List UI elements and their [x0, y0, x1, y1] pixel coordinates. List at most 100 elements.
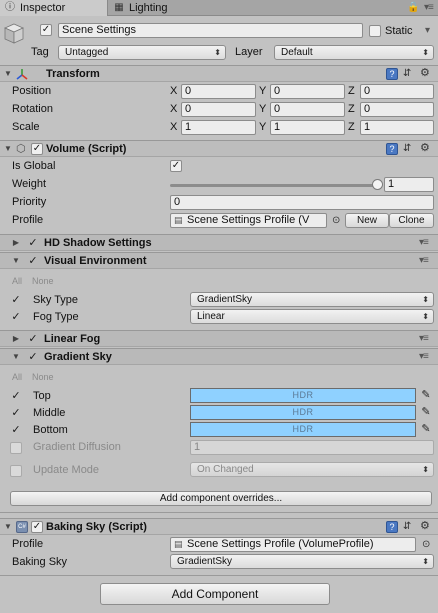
- axis-y-label: Y: [259, 121, 267, 133]
- top-color-field[interactable]: HDR: [190, 388, 416, 403]
- gear-icon[interactable]: ⚙: [420, 520, 430, 533]
- foldout-open-icon[interactable]: ▼: [3, 522, 13, 532]
- weight-label: Weight: [12, 178, 47, 190]
- presets-icon[interactable]: ⇵: [403, 67, 411, 80]
- tab-menu-icon[interactable]: ▾≡: [424, 2, 434, 14]
- static-dropdown-icon[interactable]: ▾: [425, 25, 430, 37]
- hd-shadow-enabled-checkbox[interactable]: ✓: [27, 237, 39, 249]
- foldout-open-icon[interactable]: ▼: [11, 352, 21, 362]
- eyedropper-icon[interactable]: ✎: [419, 388, 433, 403]
- add-component-overrides-button[interactable]: Add component overrides...: [10, 491, 432, 506]
- middle-override-checkbox[interactable]: ✓: [10, 407, 22, 419]
- object-name-input[interactable]: Scene Settings: [58, 23, 363, 38]
- rotation-x-input[interactable]: 0: [181, 102, 256, 117]
- help-icon[interactable]: ?: [386, 521, 398, 533]
- position-y-input[interactable]: 0: [270, 84, 345, 99]
- override-menu-icon[interactable]: ▾≡: [419, 255, 429, 267]
- weight-input[interactable]: 1: [384, 177, 434, 192]
- linear-fog-enabled-checkbox[interactable]: ✓: [27, 333, 39, 345]
- scale-y-input[interactable]: 1: [270, 120, 345, 135]
- bottom-override-checkbox[interactable]: ✓: [10, 424, 22, 436]
- visual-environment-enabled-checkbox[interactable]: ✓: [27, 255, 39, 267]
- static-label: Static: [385, 25, 413, 37]
- baking-sky-enabled-checkbox[interactable]: ✓: [31, 521, 43, 533]
- sky-type-override-checkbox[interactable]: ✓: [10, 294, 22, 306]
- layer-dropdown[interactable]: Default ⬍: [274, 45, 434, 60]
- update-mode-value: On Changed: [197, 464, 254, 475]
- gradient-sky-enabled-checkbox[interactable]: ✓: [27, 351, 39, 363]
- weight-slider-track[interactable]: [170, 184, 378, 187]
- axis-y-label: Y: [259, 103, 267, 115]
- top-label: Top: [33, 390, 51, 402]
- lock-icon[interactable]: 🔒: [407, 1, 419, 15]
- transform-title: Transform: [46, 68, 100, 80]
- foldout-closed-icon[interactable]: ▶: [11, 238, 21, 248]
- profile-label: Profile: [12, 214, 44, 226]
- sky-type-value: GradientSky: [197, 294, 253, 305]
- presets-icon[interactable]: ⇵: [403, 142, 411, 155]
- update-mode-override-checkbox[interactable]: [10, 465, 22, 477]
- eyedropper-icon[interactable]: ✎: [419, 422, 433, 437]
- volume-enabled-checkbox[interactable]: ✓: [31, 143, 43, 155]
- rotation-y-input[interactable]: 0: [270, 102, 345, 117]
- override-none-link[interactable]: None: [32, 275, 54, 288]
- linear-fog-header[interactable]: ▶ ✓ Linear Fog ▾≡: [0, 330, 438, 347]
- position-x-input[interactable]: 0: [181, 84, 256, 99]
- baking-sky-dropdown[interactable]: GradientSky ⬍: [170, 554, 434, 569]
- baking-profile-object-field[interactable]: ▤ Scene Settings Profile (VolumeProfile): [170, 537, 416, 552]
- position-z-input[interactable]: 0: [360, 84, 434, 99]
- scale-x-input[interactable]: 1: [181, 120, 256, 135]
- eyedropper-icon[interactable]: ✎: [419, 405, 433, 420]
- profile-object-field[interactable]: ▤ Scene Settings Profile (V: [170, 213, 327, 228]
- foldout-open-icon[interactable]: ▼: [3, 144, 13, 154]
- baking-sky-header[interactable]: ▼ C# ✓ Baking Sky (Script) ? ⇵ ⚙: [0, 518, 438, 535]
- active-checkbox[interactable]: ✓: [40, 24, 52, 36]
- layer-label: Layer: [235, 46, 263, 58]
- override-all-link[interactable]: All: [12, 371, 22, 384]
- help-icon[interactable]: ?: [386, 68, 398, 80]
- sky-type-dropdown[interactable]: GradientSky ⬍: [190, 292, 434, 307]
- foldout-open-icon[interactable]: ▼: [11, 256, 21, 266]
- fog-type-dropdown[interactable]: Linear ⬍: [190, 309, 434, 324]
- update-mode-label: Update Mode: [33, 464, 100, 476]
- visual-environment-header[interactable]: ▼ ✓ Visual Environment ▾≡: [0, 252, 438, 269]
- priority-input[interactable]: 0: [170, 195, 434, 210]
- help-icon[interactable]: ?: [386, 143, 398, 155]
- middle-color-field[interactable]: HDR: [190, 405, 416, 420]
- tag-dropdown[interactable]: Untagged ⬍: [58, 45, 226, 60]
- tab-lighting[interactable]: ▦ Lighting: [109, 0, 199, 16]
- weight-slider-thumb[interactable]: [372, 179, 383, 190]
- top-override-checkbox[interactable]: ✓: [10, 390, 22, 402]
- tab-inspector[interactable]: ⓘ Inspector: [0, 0, 108, 16]
- override-none-link[interactable]: None: [32, 371, 54, 384]
- visual-environment-title: Visual Environment: [44, 255, 147, 267]
- update-mode-dropdown[interactable]: On Changed ⬍: [190, 462, 434, 477]
- gradient-diffusion-input[interactable]: 1: [190, 440, 434, 455]
- gradient-sky-header[interactable]: ▼ ✓ Gradient Sky ▾≡: [0, 348, 438, 365]
- transform-header[interactable]: ▼ Transform ? ⇵ ⚙: [0, 65, 438, 82]
- hd-shadow-settings-header[interactable]: ▶ ✓ HD Shadow Settings ▾≡: [0, 234, 438, 251]
- add-component-button[interactable]: Add Component: [100, 583, 330, 605]
- volume-header[interactable]: ▼ ⬡ ✓ Volume (Script) ? ⇵ ⚙: [0, 140, 438, 157]
- presets-icon[interactable]: ⇵: [403, 520, 411, 533]
- clone-button[interactable]: Clone: [389, 213, 434, 228]
- override-menu-icon[interactable]: ▾≡: [419, 237, 429, 249]
- foldout-open-icon[interactable]: ▼: [3, 69, 13, 79]
- object-picker-icon[interactable]: ⊙: [422, 538, 430, 551]
- foldout-closed-icon[interactable]: ▶: [11, 334, 21, 344]
- gear-icon[interactable]: ⚙: [420, 67, 430, 80]
- scale-z-input[interactable]: 1: [360, 120, 434, 135]
- override-all-link[interactable]: All: [12, 275, 22, 288]
- is-global-checkbox[interactable]: ✓: [170, 160, 182, 172]
- layer-value: Default: [281, 47, 313, 58]
- gradient-diffusion-override-checkbox[interactable]: [10, 442, 22, 454]
- static-checkbox[interactable]: [369, 25, 381, 37]
- override-menu-icon[interactable]: ▾≡: [419, 351, 429, 363]
- object-picker-icon[interactable]: ⊙: [332, 214, 340, 227]
- new-button[interactable]: New: [345, 213, 389, 228]
- override-menu-icon[interactable]: ▾≡: [419, 333, 429, 345]
- rotation-z-input[interactable]: 0: [360, 102, 434, 117]
- fog-type-override-checkbox[interactable]: ✓: [10, 311, 22, 323]
- bottom-color-field[interactable]: HDR: [190, 422, 416, 437]
- gear-icon[interactable]: ⚙: [420, 142, 430, 155]
